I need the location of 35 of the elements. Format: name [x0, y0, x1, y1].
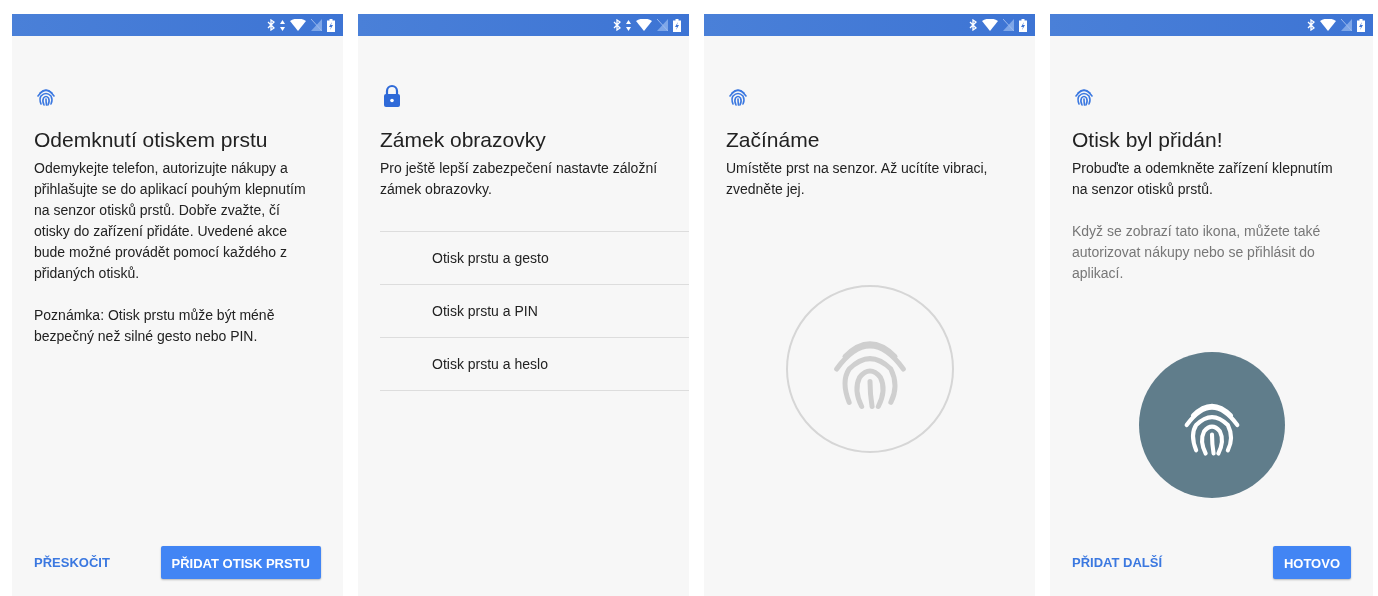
description-text: Odemykejte telefon, autorizujte nákupy a přihlašujte se do aplikací pouhým klepnutím na senzor otisků prstů. Dobře zvažte, čí otisky do zařízení přidáte. Uvedené akce bude možné provádět pomocí každého z přidaných otisků.	[34, 159, 307, 283]
screen-title: Zámek obrazovky	[380, 128, 547, 152]
battery-charging-icon	[673, 18, 681, 32]
battery-charging-icon	[327, 18, 335, 32]
screen-title: Odemknutí otiskem prstu	[34, 128, 269, 152]
data-arrows-icon	[626, 19, 631, 31]
description-text: Pro ještě lepší zabezpečení nastavte záložní zámek obrazovky.	[380, 159, 659, 199]
screen-title: Začínáme	[726, 128, 821, 152]
bluetooth-icon	[267, 19, 275, 31]
no-sim-icon	[311, 19, 322, 31]
bluetooth-icon	[613, 19, 621, 31]
primary-button[interactable]: PŘIDAT OTISK PRSTU	[160, 546, 321, 579]
description-text: Probuďte a odemkněte zařízení klepnutím na senzor otisků prstů.	[1072, 159, 1334, 199]
screen-title: Otisk byl přidán!	[1072, 128, 1224, 152]
lock-option[interactable]: Otisk prstu a PIN	[380, 285, 689, 338]
no-sim-icon	[1341, 19, 1352, 31]
data-arrows-icon	[280, 19, 285, 31]
description-text: Umístěte prst na senzor. Až ucítíte vibraci, zvedněte jej.	[726, 159, 989, 199]
primary-button[interactable]: HOTOVO	[1272, 546, 1351, 579]
bluetooth-icon	[1307, 19, 1315, 31]
battery-charging-icon	[1357, 18, 1365, 32]
wifi-icon	[636, 19, 652, 31]
wifi-icon	[1320, 19, 1336, 31]
no-sim-icon	[1003, 19, 1014, 31]
bluetooth-icon	[969, 19, 977, 31]
lock-option[interactable]: Otisk prstu a gesto	[380, 232, 689, 285]
lock-option[interactable]: Otisk prstu a heslo	[380, 338, 689, 391]
description-text: Když se zobrazí tato ikona, můžete také autorizovat nákupy nebo se přihlásit do aplikací.	[1072, 222, 1322, 283]
description-text: Poznámka: Otisk prstu může být méně bezpečný než silné gesto nebo PIN.	[34, 306, 276, 346]
wifi-icon	[982, 19, 998, 31]
text-button[interactable]: PŘIDAT DALŠÍ	[1072, 545, 1163, 580]
text-button[interactable]: PŘESKOČIT	[34, 545, 110, 580]
battery-charging-icon	[1019, 18, 1027, 32]
no-sim-icon	[657, 19, 668, 31]
wifi-icon	[290, 19, 306, 31]
